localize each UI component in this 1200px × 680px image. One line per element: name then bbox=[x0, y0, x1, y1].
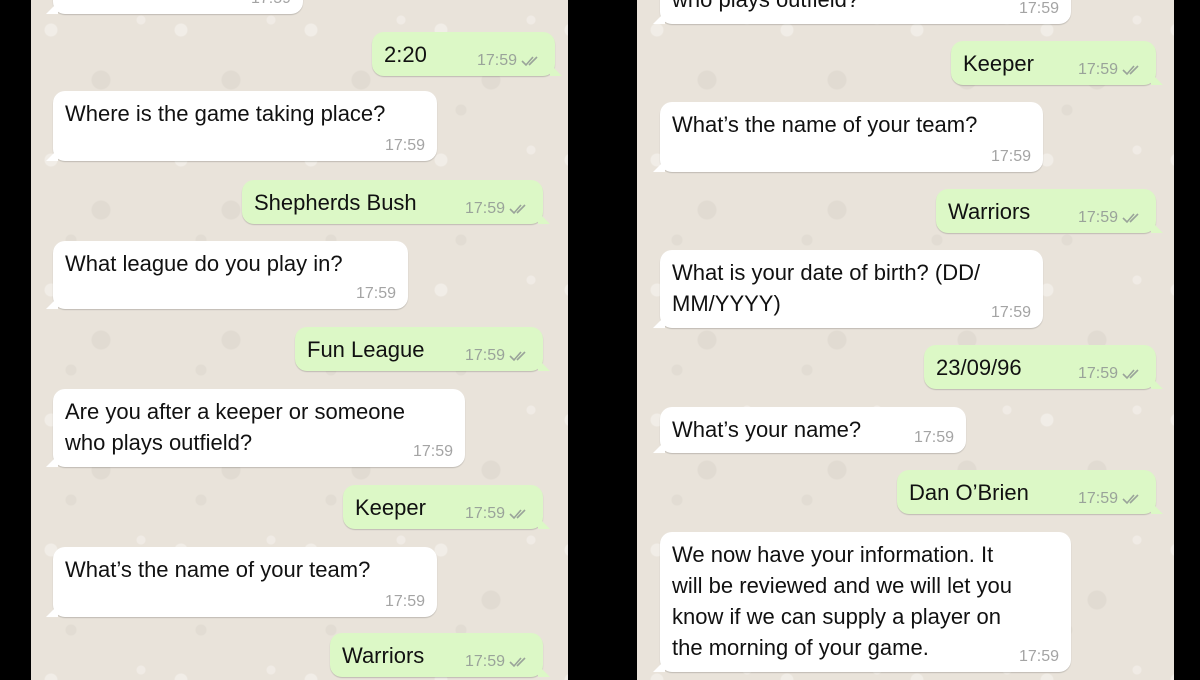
message-bubble-outgoing: Warriors 17:59 bbox=[330, 633, 550, 677]
message-bubble-incoming: What’s the name of your team? 17:59 bbox=[46, 547, 437, 617]
message-bubble-incoming: We now have your information. It will be… bbox=[653, 532, 1071, 672]
message-text: We now have your information. It will be… bbox=[672, 542, 1012, 660]
double-check-icon bbox=[1122, 367, 1144, 381]
message-timestamp: 17:59 bbox=[355, 285, 396, 302]
message-text: What is your date of birth? (DD/ MM/YYYY… bbox=[672, 260, 981, 316]
chat-panel-left[interactable]: 17:59 2:20 17:59 Where is the game takin… bbox=[31, 0, 568, 680]
message-meta: 17:59 bbox=[477, 52, 543, 70]
message-text: Where is the game taking place? bbox=[65, 101, 386, 126]
message-text: Are you after a keeper or someone who pl… bbox=[65, 399, 405, 455]
message-timestamp: 17:59 bbox=[990, 148, 1031, 165]
message-meta: 17:59 bbox=[465, 505, 531, 523]
message-timestamp: 17:59 bbox=[384, 593, 425, 610]
message-timestamp: 17:59 bbox=[251, 0, 291, 8]
message-meta: 17:59 bbox=[465, 347, 531, 365]
message-meta: 17:59 bbox=[465, 653, 531, 671]
message-bubble-outgoing: Dan O’Brien 17:59 bbox=[897, 470, 1163, 514]
chat-panel-right[interactable]: who plays outfield? 17:59 Keeper 17:59 W… bbox=[637, 0, 1174, 680]
message-bubble-incoming: What league do you play in? 17:59 bbox=[46, 241, 408, 309]
message-bubble-incoming: Where is the game taking place? 17:59 bbox=[46, 91, 437, 161]
message-bubble-outgoing: Fun League 17:59 bbox=[295, 327, 550, 371]
double-check-icon bbox=[521, 54, 543, 68]
double-check-icon bbox=[509, 349, 531, 363]
message-bubble-incoming: What’s the name of your team? 17:59 bbox=[653, 102, 1043, 172]
message-timestamp: 17:59 bbox=[990, 304, 1031, 321]
message-bubble-outgoing: 23/09/96 17:59 bbox=[924, 345, 1163, 389]
double-check-icon bbox=[509, 655, 531, 669]
message-bubble-outgoing: Warriors 17:59 bbox=[936, 189, 1163, 233]
message-meta: 17:59 bbox=[1078, 61, 1144, 79]
message-bubble-outgoing: Keeper 17:59 bbox=[343, 485, 550, 529]
double-check-icon bbox=[1122, 63, 1144, 77]
double-check-icon bbox=[1122, 492, 1144, 506]
message-meta: 17:59 bbox=[1078, 365, 1144, 383]
message-bubble-outgoing: Keeper 17:59 bbox=[951, 41, 1163, 85]
message-timestamp: 17:59 bbox=[1018, 0, 1059, 17]
message-meta: 17:59 bbox=[1078, 209, 1144, 227]
message-timestamp: 17:59 bbox=[1018, 648, 1059, 665]
message-timestamp: 17:59 bbox=[913, 429, 954, 446]
message-bubble-incoming: who plays outfield? 17:59 bbox=[653, 0, 1071, 24]
message-bubble-outgoing: 2:20 17:59 bbox=[372, 32, 562, 76]
message-timestamp: 17:59 bbox=[412, 443, 453, 460]
message-text: What’s the name of your team? bbox=[672, 112, 978, 137]
double-check-icon bbox=[509, 202, 531, 216]
message-meta: 17:59 bbox=[1078, 490, 1144, 508]
message-bubble-incoming: Are you after a keeper or someone who pl… bbox=[46, 389, 465, 467]
message-bubble-outgoing: Shepherds Bush 17:59 bbox=[242, 180, 550, 224]
message-bubble-incoming: 17:59 bbox=[46, 0, 303, 14]
message-timestamp: 17:59 bbox=[384, 137, 425, 154]
double-check-icon bbox=[509, 507, 531, 521]
message-bubble-incoming: What’s your name? 17:59 bbox=[653, 407, 966, 453]
double-check-icon bbox=[1122, 211, 1144, 225]
message-meta: 17:59 bbox=[465, 200, 531, 218]
message-text: who plays outfield? bbox=[672, 0, 1059, 15]
message-bubble-incoming: What is your date of birth? (DD/ MM/YYYY… bbox=[653, 250, 1043, 328]
message-text: What’s the name of your team? bbox=[65, 557, 371, 582]
message-text: What’s your name? bbox=[672, 417, 862, 442]
message-text: What league do you play in? bbox=[65, 251, 343, 276]
